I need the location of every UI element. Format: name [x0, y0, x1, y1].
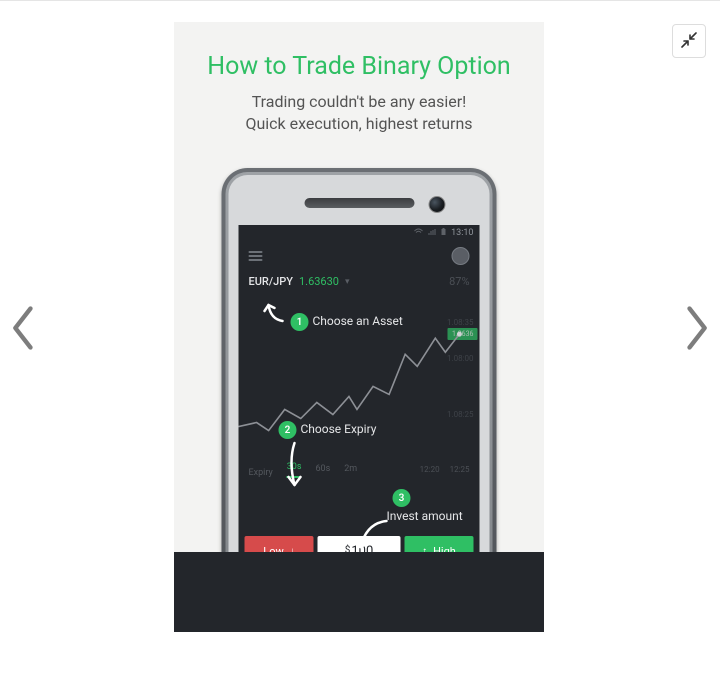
wifi-icon: [413, 228, 423, 239]
time-tick: 12:25: [450, 465, 470, 474]
tutorial-arrow-2: [283, 441, 307, 493]
expiry-opt-60s[interactable]: 60s: [315, 464, 330, 478]
asset-row: EUR/JPY 1.63630 ▾ 87%: [239, 271, 480, 288]
tutorial-arrow-4-left: [279, 577, 349, 601]
high-button[interactable]: ↑ High: [404, 536, 473, 566]
tutorial-step-3: 3: [393, 489, 411, 507]
asset-price: 1.63630: [299, 275, 339, 288]
expiry-row: Expiry 30s 60s 2m 12:20 12:25: [239, 454, 480, 478]
low-label: Low: [263, 545, 283, 558]
time-tick: 12:20: [420, 465, 440, 474]
tutorial-text-3: Invest amount: [387, 509, 463, 523]
tutorial-step-1: 1: [291, 313, 309, 331]
asset-pair[interactable]: EUR/JPY: [249, 275, 293, 288]
chevron-left-icon: [11, 306, 37, 354]
phone-speaker: [304, 198, 414, 208]
high-label: High: [433, 545, 456, 558]
phone-camera: [429, 196, 446, 213]
arrow-down-icon: ↓: [290, 546, 295, 557]
asset-pct: 87%: [449, 275, 469, 288]
tutorial-text-4: Open a position: [315, 605, 398, 619]
payout-text: Payout 187.0: [239, 570, 480, 580]
avatar[interactable]: [452, 247, 470, 265]
app-bar: [239, 241, 480, 271]
phone-screen: 13:10 EUR/JPY 1.63630 ▾ 87% 1.08:35 1.08…: [239, 225, 480, 632]
battery-icon: [439, 228, 447, 239]
tutorial-text-2: Choose Expiry: [301, 422, 377, 436]
tutorial-arrow-4-right: [373, 577, 443, 601]
tutorial-step-4: 4: [352, 585, 370, 603]
low-button[interactable]: Low ↓: [245, 536, 314, 566]
tutorial-text-1: Choose an Asset: [313, 314, 403, 328]
menu-button[interactable]: [249, 249, 263, 263]
chevron-down-icon[interactable]: ▾: [345, 277, 350, 287]
collapse-button[interactable]: [672, 24, 706, 58]
promo-card: How to Trade Binary Option Trading could…: [174, 22, 544, 632]
expiry-opt-2m[interactable]: 2m: [344, 464, 357, 478]
tutorial-arrow-1: [263, 299, 289, 325]
status-bar: 13:10: [239, 225, 480, 241]
card-sub-line1: Trading couldn't be any easier!: [252, 92, 467, 111]
card-sub-line2: Quick execution, highest returns: [245, 114, 472, 133]
collapse-icon: [681, 32, 697, 51]
card-title: How to Trade Binary Option: [174, 52, 544, 81]
phone-frame: 13:10 EUR/JPY 1.63630 ▾ 87% 1.08:35 1.08…: [222, 168, 497, 632]
status-time: 13:10: [451, 228, 473, 238]
tutorial-arrow-3: [349, 517, 393, 557]
arrow-up-icon: ↑: [422, 546, 427, 557]
card-subtitle: Trading couldn't be any easier! Quick ex…: [174, 91, 544, 134]
prev-button[interactable]: [4, 300, 44, 360]
expiry-label: Expiry: [249, 468, 273, 478]
next-button[interactable]: [676, 300, 716, 360]
tutorial-step-2: 2: [279, 421, 297, 439]
chevron-right-icon: [683, 306, 709, 354]
signal-icon: [427, 228, 435, 239]
